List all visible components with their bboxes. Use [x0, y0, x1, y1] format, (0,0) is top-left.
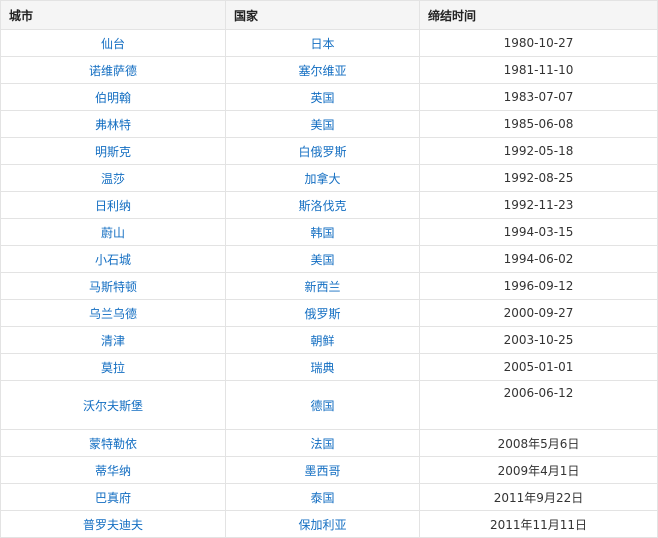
date-cell: 1981-11-10 — [419, 56, 658, 84]
city-link[interactable]: 马斯特顿 — [0, 272, 226, 300]
city-link[interactable]: 仙台 — [0, 29, 226, 57]
country-link[interactable]: 泰国 — [225, 483, 420, 511]
table-row: 明斯克 白俄罗斯 1992-05-18 — [0, 137, 658, 165]
date-cell: 1992-08-25 — [419, 164, 658, 192]
city-link[interactable]: 明斯克 — [0, 137, 226, 165]
city-link[interactable]: 蔚山 — [0, 218, 226, 246]
city-link[interactable]: 乌兰乌德 — [0, 299, 226, 327]
date-cell: 2006-06-12 — [419, 380, 658, 430]
country-link[interactable]: 加拿大 — [225, 164, 420, 192]
country-link[interactable]: 法国 — [225, 429, 420, 457]
city-link[interactable]: 清津 — [0, 326, 226, 354]
city-link[interactable]: 弗林特 — [0, 110, 226, 138]
country-link[interactable]: 新西兰 — [225, 272, 420, 300]
city-link[interactable]: 普罗夫迪夫 — [0, 510, 226, 538]
date-cell: 2011年9月22日 — [419, 483, 658, 511]
table-row: 蒙特勒依 法国 2008年5月6日 — [0, 429, 658, 457]
country-link[interactable]: 斯洛伐克 — [225, 191, 420, 219]
date-cell: 2011年11月11日 — [419, 510, 658, 538]
country-link[interactable]: 俄罗斯 — [225, 299, 420, 327]
table-header-row: 城市 国家 缔结时间 — [0, 0, 658, 30]
date-cell: 1994-06-02 — [419, 245, 658, 273]
table-row: 清津 朝鲜 2003-10-25 — [0, 326, 658, 354]
city-link[interactable]: 日利纳 — [0, 191, 226, 219]
city-link[interactable]: 诺维萨德 — [0, 56, 226, 84]
country-link[interactable]: 日本 — [225, 29, 420, 57]
date-cell: 2000-09-27 — [419, 299, 658, 327]
table-row: 莫拉 瑞典 2005-01-01 — [0, 353, 658, 381]
city-link[interactable]: 蒙特勒依 — [0, 429, 226, 457]
city-link[interactable]: 巴真府 — [0, 483, 226, 511]
table-row: 马斯特顿 新西兰 1996-09-12 — [0, 272, 658, 300]
date-cell: 1992-05-18 — [419, 137, 658, 165]
city-link[interactable]: 沃尔夫斯堡 — [0, 380, 226, 430]
table-row: 沃尔夫斯堡 德国 2006-06-12 — [0, 380, 658, 430]
country-link[interactable]: 墨西哥 — [225, 456, 420, 484]
table-row: 弗林特 美国 1985-06-08 — [0, 110, 658, 138]
table-row: 诺维萨德 塞尔维亚 1981-11-10 — [0, 56, 658, 84]
country-link[interactable]: 德国 — [225, 380, 420, 430]
table-row: 普罗夫迪夫 保加利亚 2011年11月11日 — [0, 510, 658, 538]
date-cell: 1985-06-08 — [419, 110, 658, 138]
table-row: 日利纳 斯洛伐克 1992-11-23 — [0, 191, 658, 219]
country-link[interactable]: 保加利亚 — [225, 510, 420, 538]
city-link[interactable]: 小石城 — [0, 245, 226, 273]
date-cell: 1992-11-23 — [419, 191, 658, 219]
table-row: 伯明翰 英国 1983-07-07 — [0, 83, 658, 111]
table-row: 乌兰乌德 俄罗斯 2000-09-27 — [0, 299, 658, 327]
date-cell: 1983-07-07 — [419, 83, 658, 111]
table-row: 蔚山 韩国 1994-03-15 — [0, 218, 658, 246]
date-cell: 1994-03-15 — [419, 218, 658, 246]
country-link[interactable]: 美国 — [225, 110, 420, 138]
country-link[interactable]: 美国 — [225, 245, 420, 273]
table-body: 仙台 日本 1980-10-27 诺维萨德 塞尔维亚 1981-11-10 伯明翰 英国 198… — [0, 29, 658, 538]
date-cell: 2005-01-01 — [419, 353, 658, 381]
city-link[interactable]: 蒂华纳 — [0, 456, 226, 484]
date-cell: 2009年4月1日 — [419, 456, 658, 484]
country-link[interactable]: 英国 — [225, 83, 420, 111]
country-link[interactable]: 白俄罗斯 — [225, 137, 420, 165]
city-link[interactable]: 伯明翰 — [0, 83, 226, 111]
country-link[interactable]: 瑞典 — [225, 353, 420, 381]
date-cell: 1996-09-12 — [419, 272, 658, 300]
date-cell: 1980-10-27 — [419, 29, 658, 57]
city-link[interactable]: 温莎 — [0, 164, 226, 192]
table-row: 小石城 美国 1994-06-02 — [0, 245, 658, 273]
country-link[interactable]: 韩国 — [225, 218, 420, 246]
table-row: 巴真府 泰国 2011年9月22日 — [0, 483, 658, 511]
city-link[interactable]: 莫拉 — [0, 353, 226, 381]
date-cell: 2003-10-25 — [419, 326, 658, 354]
table-row: 仙台 日本 1980-10-27 — [0, 29, 658, 57]
country-link[interactable]: 塞尔维亚 — [225, 56, 420, 84]
sister-cities-table: 城市 国家 缔结时间 仙台 日本 1980-10-27 诺维萨德 塞尔维亚 1981-11… — [0, 0, 658, 538]
country-link[interactable]: 朝鲜 — [225, 326, 420, 354]
column-header-country: 国家 — [225, 0, 420, 30]
column-header-city: 城市 — [0, 0, 226, 30]
column-header-date: 缔结时间 — [419, 0, 658, 30]
date-cell: 2008年5月6日 — [419, 429, 658, 457]
table-row: 蒂华纳 墨西哥 2009年4月1日 — [0, 456, 658, 484]
table-row: 温莎 加拿大 1992-08-25 — [0, 164, 658, 192]
